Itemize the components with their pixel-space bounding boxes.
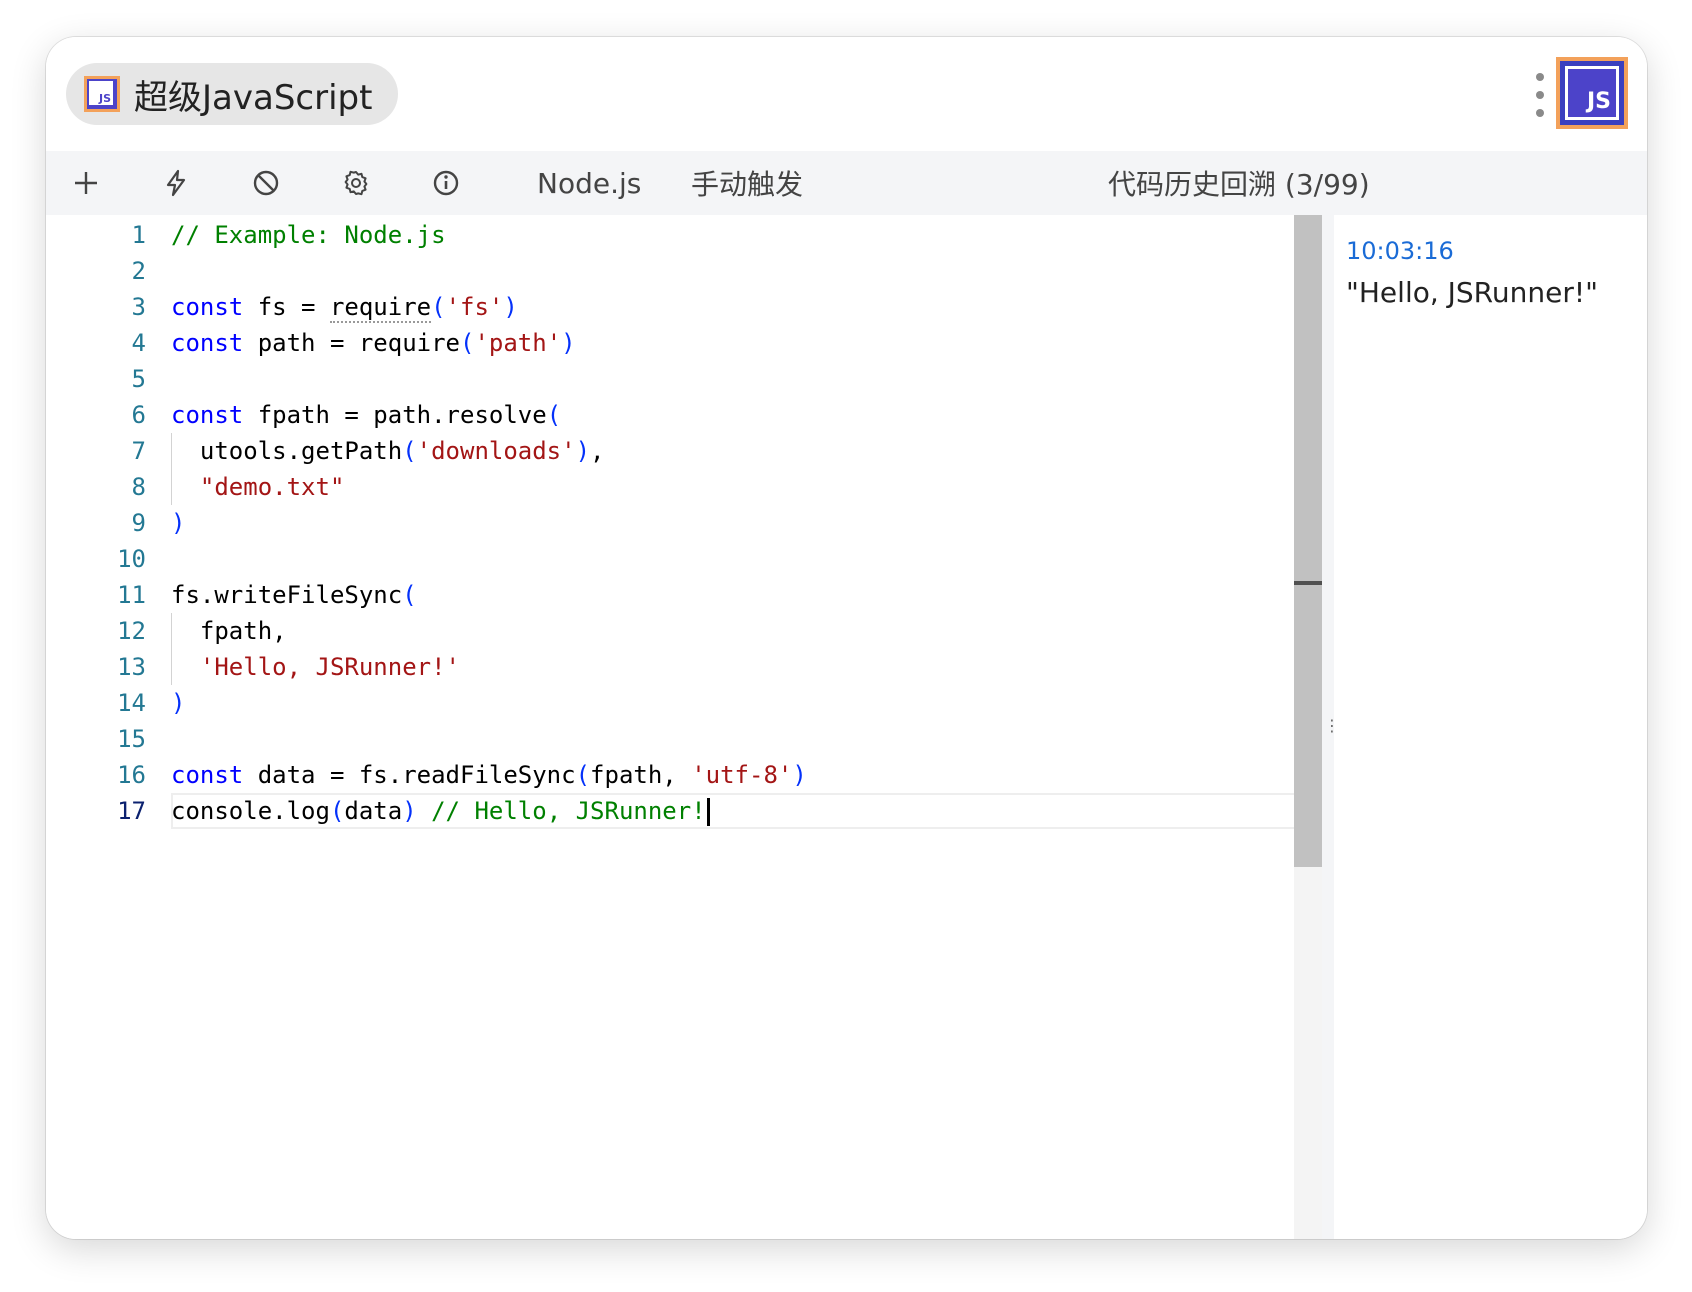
code-line: ) — [171, 685, 185, 721]
runtime-selector[interactable]: Node.js — [537, 151, 641, 215]
line-number: 1 — [66, 217, 146, 253]
editor-scrollbar-thumb[interactable] — [1294, 215, 1322, 867]
app-title: 超级JavaScript — [134, 70, 372, 119]
info-icon[interactable] — [416, 151, 476, 215]
line-number: 9 — [66, 505, 146, 541]
code-line: console.log(data) // Hello, JSRunner! — [171, 793, 710, 829]
stop-icon[interactable] — [236, 151, 296, 215]
output-panel: 10:03:16 "Hello, JSRunner!" — [1334, 215, 1647, 1239]
line-number: 12 — [66, 613, 146, 649]
pane-splitter[interactable]: ⋮⋮ — [1322, 215, 1334, 1239]
plus-icon[interactable] — [56, 151, 116, 215]
line-number: 16 — [66, 757, 146, 793]
line-number: 2 — [66, 253, 146, 289]
gear-icon[interactable] — [326, 151, 386, 215]
code-line: const data = fs.readFileSync(fpath, 'utf… — [171, 757, 807, 793]
scrollbar-cursor-marker — [1294, 581, 1322, 585]
drag-handle-icon: ⋮⋮ — [1324, 717, 1332, 737]
text-cursor — [707, 798, 710, 826]
line-number: 3 — [66, 289, 146, 325]
line-number: 8 — [66, 469, 146, 505]
code-line: 'Hello, JSRunner!' — [171, 649, 460, 685]
code-line: "demo.txt" — [171, 469, 344, 505]
output-timestamp: 10:03:16 — [1346, 233, 1647, 269]
line-number-active: 17 — [66, 793, 146, 829]
line-number: 10 — [66, 541, 146, 577]
lightning-icon[interactable] — [146, 151, 206, 215]
line-number: 13 — [66, 649, 146, 685]
trigger-mode-selector[interactable]: 手动触发 — [691, 151, 803, 215]
js-app-icon-label: JS — [87, 79, 115, 107]
js-app-icon: JS — [84, 76, 120, 112]
code-line: fpath, — [171, 613, 287, 649]
more-menu-icon[interactable] — [1532, 73, 1548, 117]
app-title-pill[interactable]: JS 超级JavaScript — [66, 63, 398, 125]
toolbar: Node.js 手动触发 代码历史回溯 (3/99) — [46, 151, 1647, 215]
code-line: utools.getPath('downloads'), — [171, 433, 605, 469]
line-number: 11 — [66, 577, 146, 613]
line-number-gutter: 1 2 3 4 5 6 7 8 9 10 11 12 13 14 15 16 1… — [46, 215, 176, 1239]
line-number: 14 — [66, 685, 146, 721]
js-logo-label: JS — [1565, 66, 1619, 120]
code-history-button[interactable]: 代码历史回溯 (3/99) — [1108, 151, 1370, 215]
code-line: const path = require('path') — [171, 325, 576, 361]
line-number: 15 — [66, 721, 146, 757]
code-line: // Example: Node.js — [171, 217, 446, 253]
code-line: ) — [171, 505, 185, 541]
output-value: "Hello, JSRunner!" — [1346, 273, 1647, 313]
code-line: const fpath = path.resolve( — [171, 397, 561, 433]
line-number: 6 — [66, 397, 146, 433]
title-bar: JS 超级JavaScript JS — [46, 37, 1647, 151]
line-number: 7 — [66, 433, 146, 469]
code-editor[interactable]: 1 2 3 4 5 6 7 8 9 10 11 12 13 14 15 16 1… — [46, 215, 1294, 1239]
js-logo-icon: JS — [1556, 57, 1628, 129]
line-number: 5 — [66, 361, 146, 397]
code-line: fs.writeFileSync( — [171, 577, 417, 613]
code-line: const fs = require('fs') — [171, 289, 518, 325]
app-window: JS 超级JavaScript JS Node.js — [46, 37, 1647, 1239]
line-number: 4 — [66, 325, 146, 361]
